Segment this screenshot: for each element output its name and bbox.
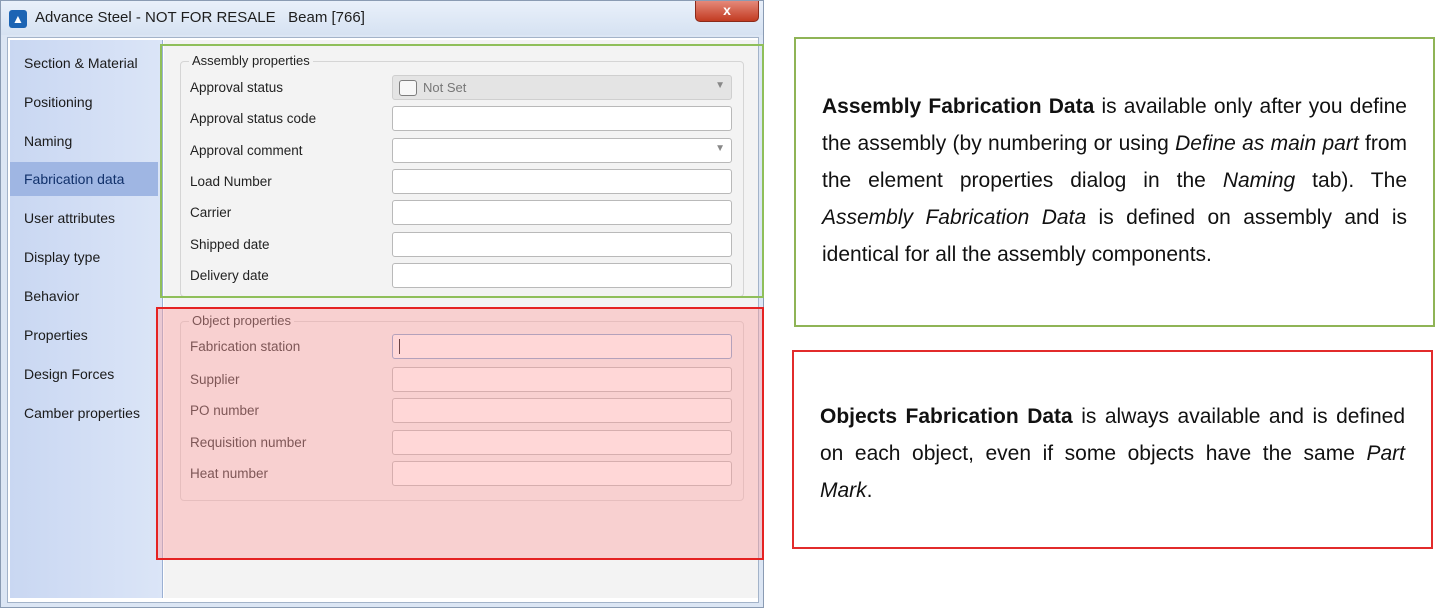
- callout-italic: Assembly Fabrication Data: [822, 206, 1087, 229]
- title-bar: ▲ Advance Steel - NOT FOR RESALE Beam [7…: [1, 1, 763, 35]
- sidebar-item-design-forces[interactable]: Design Forces: [10, 357, 158, 391]
- sidebar: Section & Material Positioning Naming Fa…: [10, 40, 163, 598]
- sidebar-item-behavior[interactable]: Behavior: [10, 279, 158, 313]
- callout-text: .: [866, 479, 873, 502]
- sidebar-item-fabrication-data[interactable]: Fabrication data: [10, 162, 158, 196]
- sidebar-item-camber-properties[interactable]: Camber properties: [10, 396, 158, 430]
- callout-bold: Assembly Fabrication Data: [822, 95, 1095, 118]
- callout-bold: Objects Fabrication Data: [820, 405, 1073, 428]
- assembly-fabrication-callout: Assembly Fabrication Data is available o…: [794, 37, 1435, 327]
- sidebar-item-user-attributes[interactable]: User attributes: [10, 201, 158, 235]
- assembly-highlight-frame: [160, 44, 764, 298]
- sidebar-item-naming[interactable]: Naming: [10, 124, 158, 158]
- sidebar-item-section-material[interactable]: Section & Material: [10, 46, 158, 80]
- callout-italic: Naming: [1222, 169, 1296, 192]
- objects-fabrication-callout: Objects Fabrication Data is always avail…: [792, 350, 1433, 549]
- sidebar-item-properties[interactable]: Properties: [10, 318, 158, 352]
- objects-highlight-frame: [156, 307, 764, 560]
- sidebar-item-positioning[interactable]: Positioning: [10, 85, 158, 119]
- advance-steel-logo-icon: ▲: [9, 10, 27, 28]
- window-title: Advance Steel - NOT FOR RESALE Beam [766…: [35, 9, 365, 26]
- callout-text: tab). The: [1295, 169, 1407, 192]
- close-button[interactable]: x: [695, 1, 759, 22]
- sidebar-item-display-type[interactable]: Display type: [10, 240, 158, 274]
- callout-italic: Define as main part: [1175, 132, 1359, 155]
